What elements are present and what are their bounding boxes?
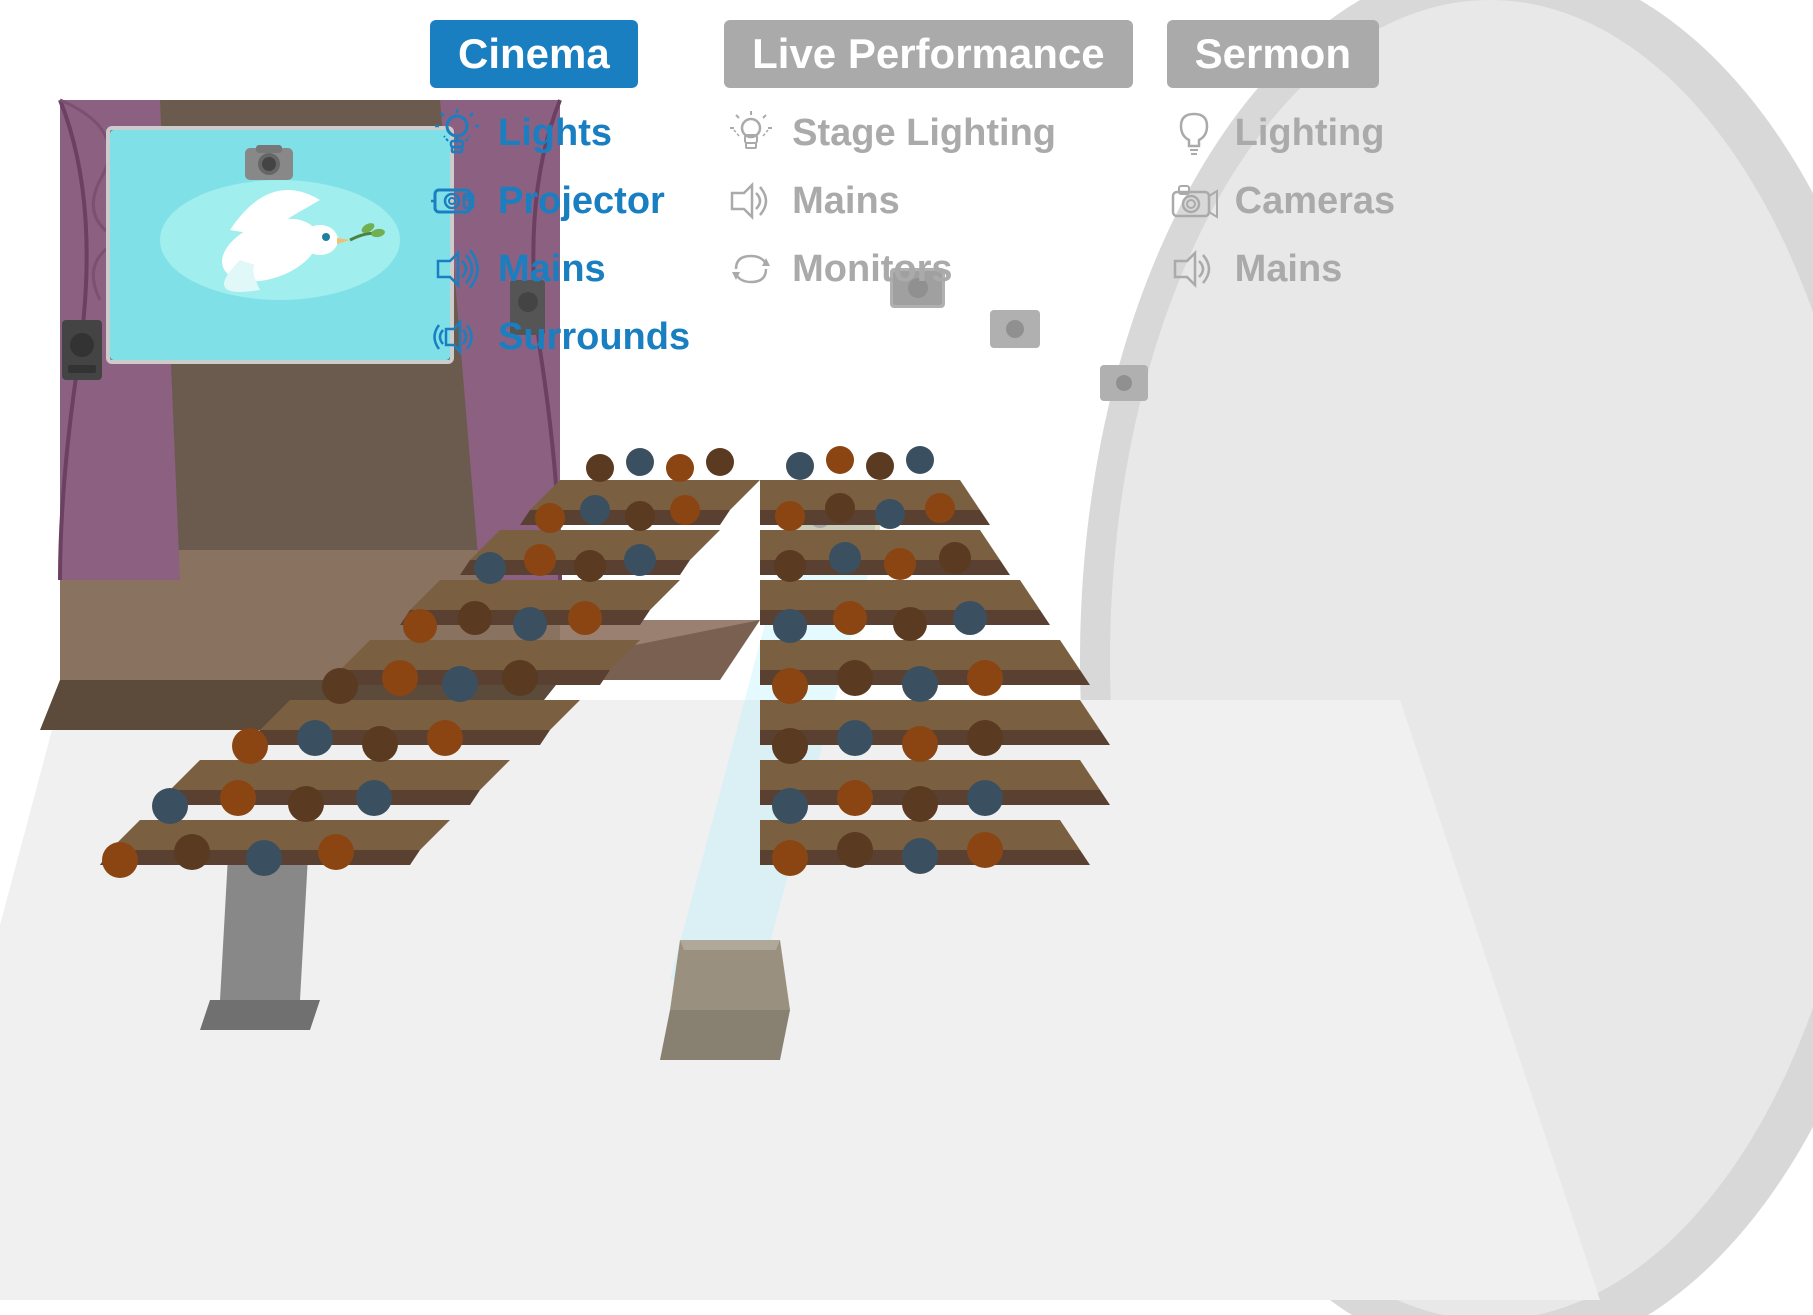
cinema-surrounds-label: Surrounds xyxy=(498,316,690,359)
legend-panel: Cinema Lights xyxy=(430,20,1395,378)
sermon-mains-icon xyxy=(1167,242,1221,296)
sermon-lighting-label: Lighting xyxy=(1235,112,1385,155)
live-column: Live Performance Stage Lighting xyxy=(724,20,1133,310)
sermon-mains-item[interactable]: Mains xyxy=(1167,242,1343,296)
camera-icon xyxy=(1167,174,1221,228)
live-monitors-label: Monitors xyxy=(792,248,952,291)
sermon-cameras-item[interactable]: Cameras xyxy=(1167,174,1396,228)
live-mains-icon xyxy=(724,174,778,228)
projector-icon xyxy=(430,174,484,228)
cinema-mains-label: Mains xyxy=(498,248,606,291)
cinema-header[interactable]: Cinema xyxy=(430,20,638,88)
lights-icon xyxy=(430,106,484,160)
sermon-cameras-label: Cameras xyxy=(1235,180,1396,223)
cinema-projector-item[interactable]: Projector xyxy=(430,174,665,228)
live-stage-lighting-item[interactable]: Stage Lighting xyxy=(724,106,1056,160)
cinema-surrounds-item[interactable]: Surrounds xyxy=(430,310,690,364)
live-stage-lighting-label: Stage Lighting xyxy=(792,112,1056,155)
cinema-lights-item[interactable]: Lights xyxy=(430,106,612,160)
sermon-header[interactable]: Sermon xyxy=(1167,20,1379,88)
sermon-column: Sermon Lighting xyxy=(1167,20,1396,310)
live-mains-label: Mains xyxy=(792,180,900,223)
mains-icon xyxy=(430,242,484,296)
live-monitors-item[interactable]: Monitors xyxy=(724,242,952,296)
monitor-icon xyxy=(724,242,778,296)
sermon-lighting-item[interactable]: Lighting xyxy=(1167,106,1385,160)
stage-light-icon xyxy=(724,106,778,160)
cinema-projector-label: Projector xyxy=(498,180,665,223)
live-mains-item[interactable]: Mains xyxy=(724,174,900,228)
sermon-mains-label: Mains xyxy=(1235,248,1343,291)
live-header[interactable]: Live Performance xyxy=(724,20,1133,88)
cinema-column: Cinema Lights xyxy=(430,20,690,378)
bulb-icon xyxy=(1167,106,1221,160)
cinema-mains-item[interactable]: Mains xyxy=(430,242,606,296)
surrounds-icon xyxy=(430,310,484,364)
cinema-lights-label: Lights xyxy=(498,112,612,155)
